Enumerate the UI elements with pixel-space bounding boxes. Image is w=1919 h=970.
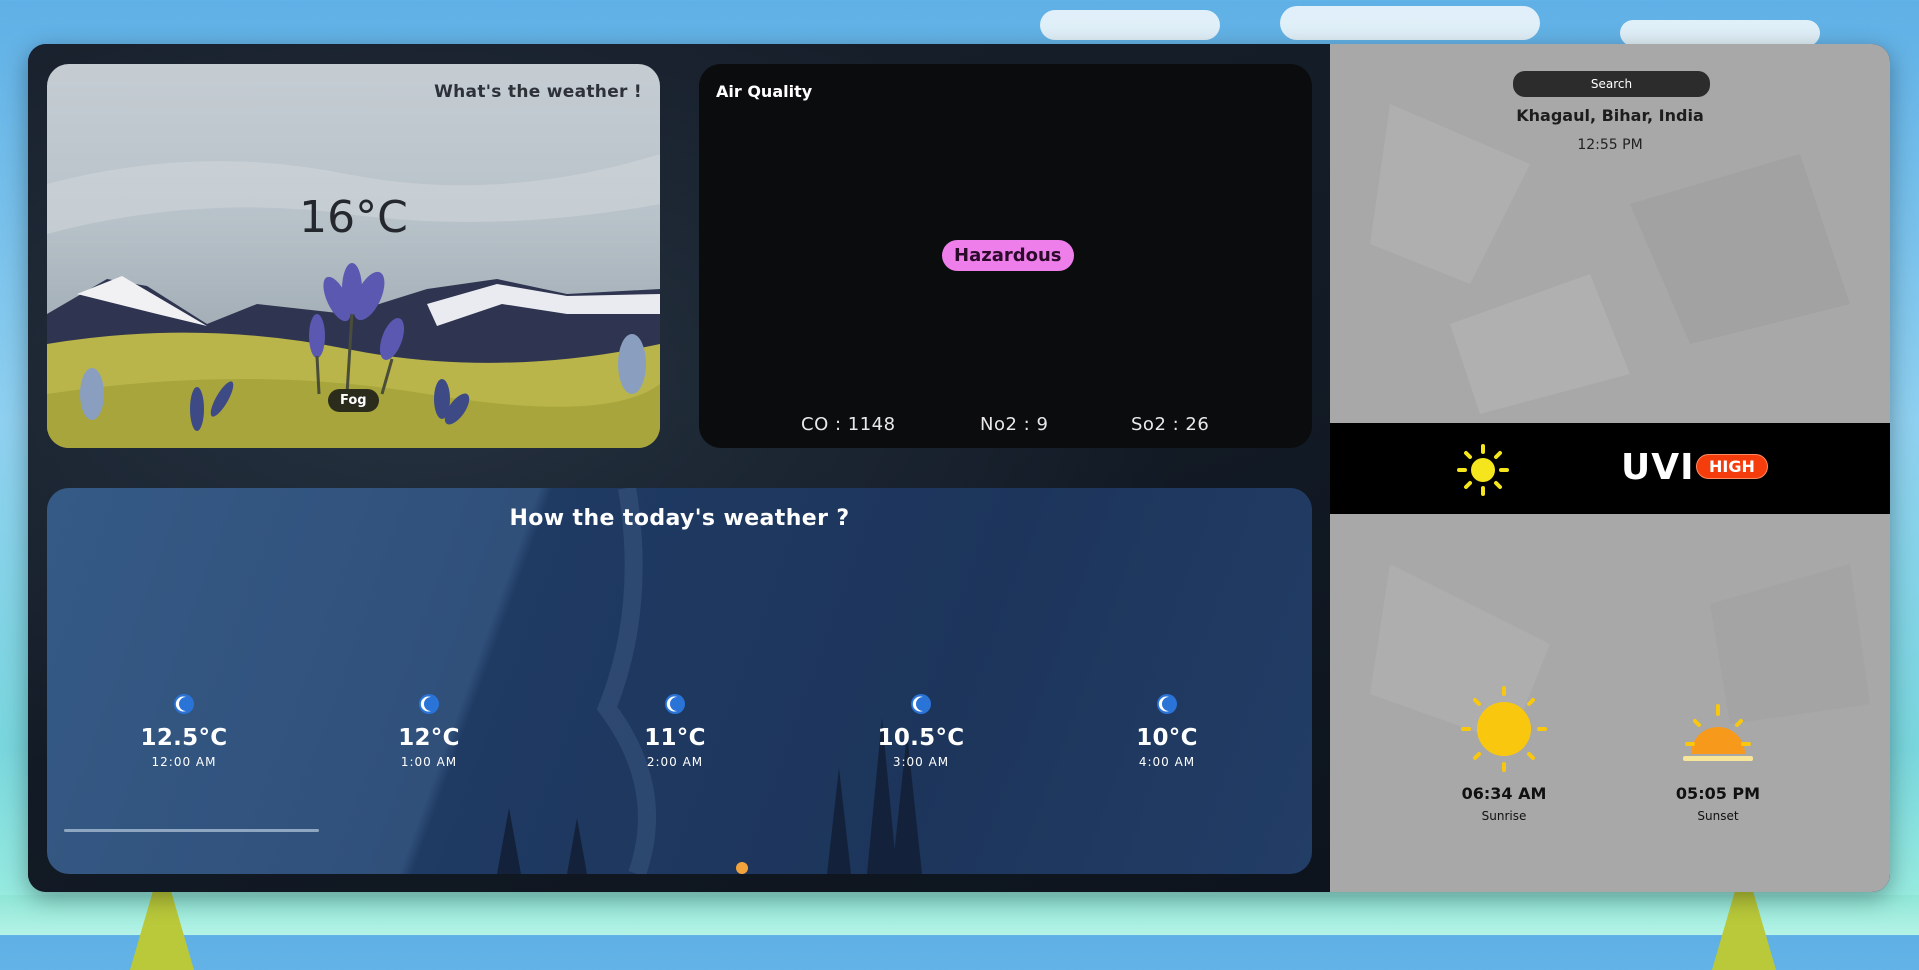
sun-icon bbox=[1457, 444, 1509, 496]
weather-app: What's the weather ! 16°C Fog Air Qualit… bbox=[28, 44, 1890, 892]
sunrise-label: Sunrise bbox=[1481, 809, 1527, 823]
hourly-temperature: 12.5°C bbox=[140, 725, 228, 751]
sunrise-item: 06:34 AM Sunrise bbox=[1434, 684, 1574, 823]
so2-value: So2 : 26 bbox=[1131, 414, 1210, 435]
hourly-temperature: 11°C bbox=[644, 725, 706, 751]
hourly-forecast-item: 11°C 2:00 AM bbox=[595, 693, 755, 769]
background-cloud bbox=[1620, 20, 1820, 46]
night-forest-illustration bbox=[497, 488, 922, 874]
sunrise-time: 06:34 AM bbox=[1461, 784, 1547, 803]
weather-condition-badge: Fog bbox=[328, 389, 379, 412]
background-cloud bbox=[1280, 6, 1540, 40]
sunset-icon bbox=[1683, 704, 1753, 761]
hourly-temperature: 10.5°C bbox=[877, 725, 965, 751]
uvi-level-badge: HIGH bbox=[1696, 454, 1768, 479]
hourly-forecast-card: How the today's weather ? 12.5°C 12:00 A… bbox=[47, 488, 1312, 874]
hourly-time: 1:00 AM bbox=[400, 755, 458, 769]
hourly-forecast-title: How the today's weather ? bbox=[509, 506, 850, 531]
sunrise-icon bbox=[1461, 686, 1547, 772]
hourly-time: 3:00 AM bbox=[892, 755, 950, 769]
hourly-forecast-item: 10°C 4:00 AM bbox=[1087, 693, 1247, 769]
horizontal-scrollbar[interactable] bbox=[64, 829, 319, 832]
current-weather-card: What's the weather ! 16°C Fog bbox=[47, 64, 660, 448]
hourly-forecast-item: 12.5°C 12:00 AM bbox=[104, 693, 264, 769]
moon-icon bbox=[665, 694, 685, 714]
sunset-label: Sunset bbox=[1697, 809, 1739, 823]
moon-icon bbox=[911, 694, 931, 714]
air-quality-title: Air Quality bbox=[716, 82, 813, 101]
background-ground bbox=[0, 895, 1919, 935]
hourly-forecast-item: 12°C 1:00 AM bbox=[349, 693, 509, 769]
sunset-item: 05:05 PM Sunset bbox=[1648, 684, 1788, 823]
uvi-label: UVI bbox=[1621, 447, 1695, 488]
search-input[interactable] bbox=[1513, 71, 1710, 97]
weather-card-title: What's the weather ! bbox=[434, 82, 642, 102]
air-quality-status-badge: Hazardous bbox=[942, 240, 1074, 271]
sunset-time: 05:05 PM bbox=[1675, 784, 1761, 803]
background-cloud bbox=[1040, 10, 1220, 40]
co-value: CO : 1148 bbox=[801, 414, 896, 435]
hourly-time: 12:00 AM bbox=[151, 755, 217, 769]
moon-icon bbox=[1157, 694, 1177, 714]
hourly-time: 4:00 AM bbox=[1138, 755, 1196, 769]
local-time: 12:55 PM bbox=[1577, 137, 1643, 153]
main-area: What's the weather ! 16°C Fog Air Qualit… bbox=[28, 44, 1330, 892]
hourly-forecast-item: 10.5°C 3:00 AM bbox=[841, 693, 1001, 769]
current-temperature: 16°C bbox=[299, 192, 408, 243]
air-quality-card: Air Quality Hazardous CO : 1148 No2 : 9 … bbox=[699, 64, 1312, 448]
location-name: Khagaul, Bihar, India bbox=[1516, 106, 1704, 125]
hourly-temperature: 10°C bbox=[1136, 725, 1198, 751]
location-sidebar: Khagaul, Bihar, India 12:55 PM UVI HIGH bbox=[1330, 44, 1890, 892]
uv-index-bar: UVI HIGH bbox=[1330, 423, 1890, 514]
hourly-temperature: 12°C bbox=[398, 725, 460, 751]
no2-value: No2 : 9 bbox=[980, 414, 1049, 435]
moon-icon bbox=[174, 694, 194, 714]
moon-icon bbox=[419, 694, 439, 714]
hourly-time: 2:00 AM bbox=[646, 755, 704, 769]
